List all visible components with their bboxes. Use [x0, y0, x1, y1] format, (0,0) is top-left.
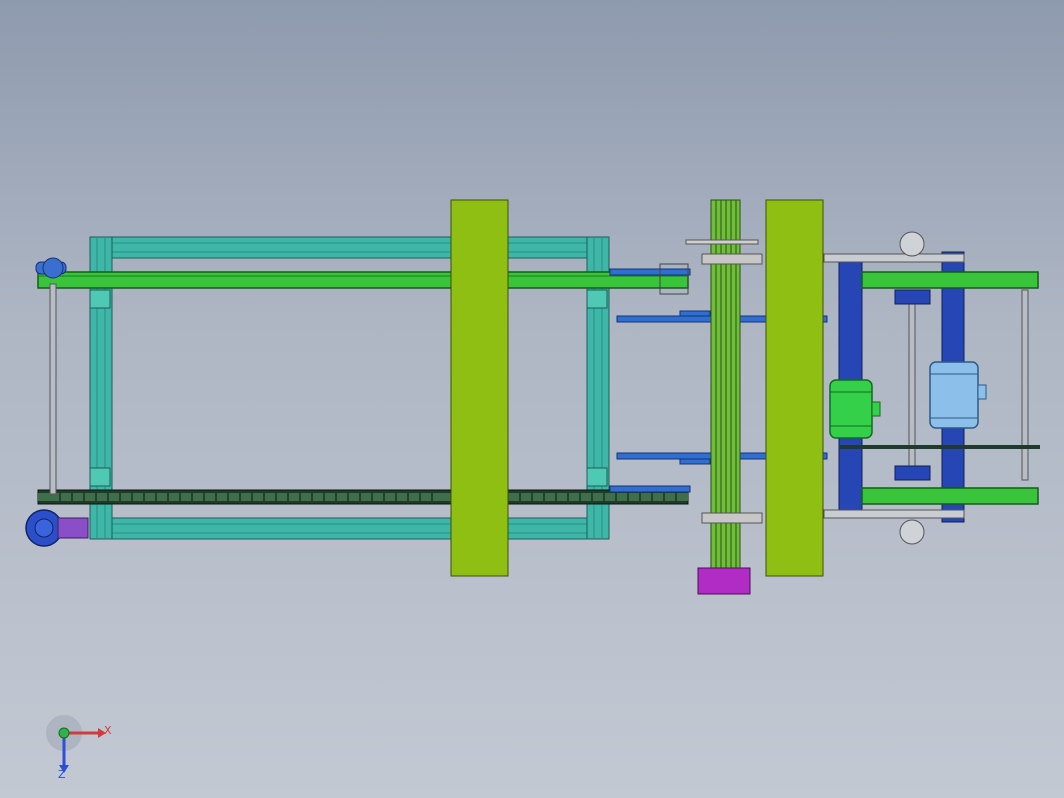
left-press-plate — [450, 199, 509, 577]
right-press-plate — [765, 199, 824, 577]
z-axis-label: Z — [58, 768, 66, 781]
x-axis-label: X — [104, 724, 112, 737]
stacked-column — [685, 199, 763, 595]
y-axis-dot — [58, 727, 70, 739]
coordinate-triad: X Z — [46, 715, 112, 781]
green-motor — [829, 379, 881, 439]
blue-motor — [929, 361, 987, 429]
cad-viewport[interactable]: X Z — [0, 0, 1064, 798]
